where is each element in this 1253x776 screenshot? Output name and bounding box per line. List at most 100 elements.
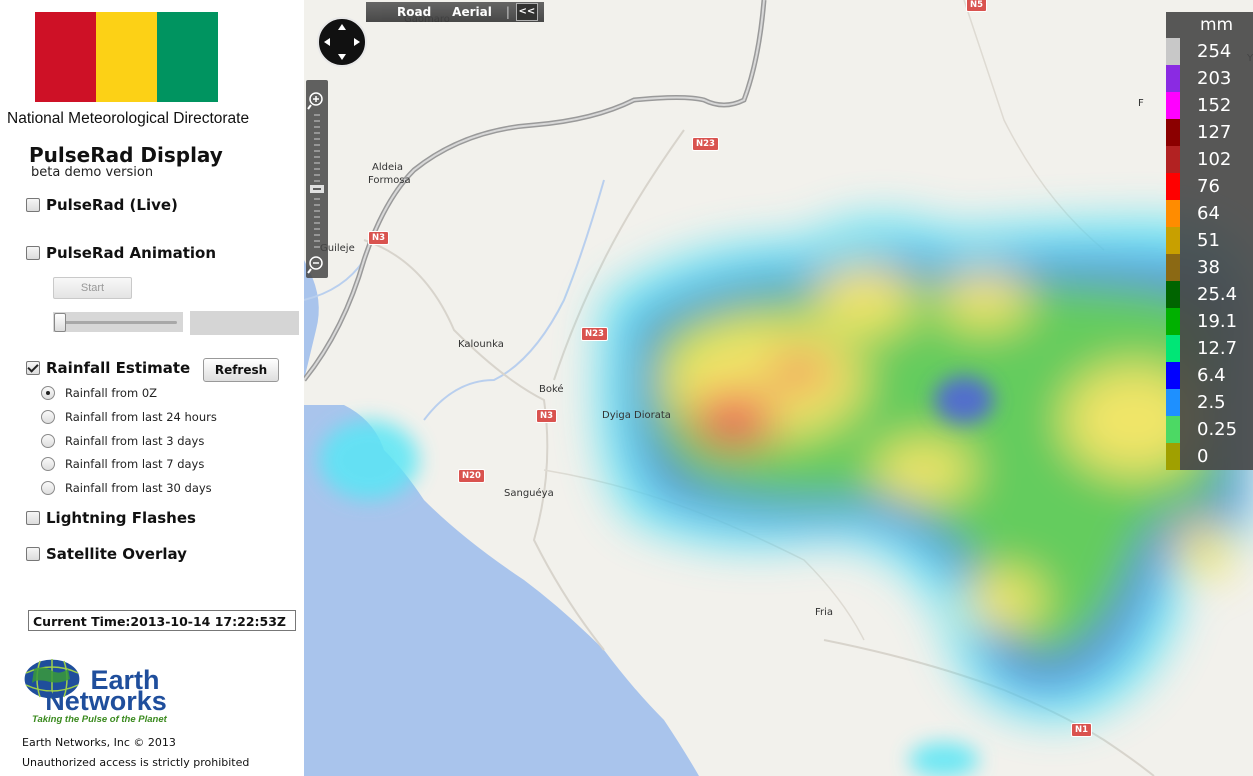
road-shield: N1	[1071, 723, 1093, 737]
pulserad-animation-checkbox[interactable]	[26, 246, 40, 260]
pan-control[interactable]	[317, 17, 367, 67]
logo-word-networks: Networks	[45, 686, 167, 716]
legend-row: 12.7	[1166, 335, 1253, 362]
legend-value: 64	[1197, 203, 1220, 224]
collapse-button[interactable]: <<	[515, 3, 538, 21]
app-title: PulseRad Display	[29, 143, 223, 167]
legend-row: 0.25	[1166, 416, 1253, 443]
legend-swatch	[1166, 254, 1180, 281]
legend-value: 12.7	[1197, 338, 1238, 359]
rainfall-estimate-checkbox[interactable]	[26, 361, 40, 375]
pulserad-animation-label: PulseRad Animation	[46, 244, 217, 262]
legend-value: 152	[1197, 95, 1232, 116]
unauthorized-notice: Unauthorized access is strictly prohibit…	[22, 756, 250, 769]
town-label: Fria	[815, 607, 834, 618]
rainfall-estimate-label: Rainfall Estimate	[46, 359, 191, 377]
lightning-flashes-option[interactable]: Lightning Flashes	[26, 509, 196, 527]
legend-value: 0	[1197, 446, 1209, 467]
flag-band-red	[35, 12, 96, 102]
slider-track	[59, 321, 177, 324]
app-subtitle: beta demo version	[31, 165, 154, 180]
pan-arrows-icon	[324, 24, 360, 60]
legend-value: 76	[1197, 176, 1220, 197]
road-shield: N3	[368, 231, 390, 245]
town-label: Dyiga Diorata	[602, 410, 671, 421]
radio-label: Rainfall from last 30 days	[65, 481, 212, 495]
town-label: Formosa	[368, 175, 411, 186]
legend-swatch	[1166, 200, 1180, 227]
legend-row: 38	[1166, 254, 1253, 281]
pulserad-animation-option[interactable]: PulseRad Animation	[26, 244, 216, 262]
lightning-flashes-checkbox[interactable]	[26, 511, 40, 525]
separator: |	[505, 5, 510, 19]
satellite-overlay-option[interactable]: Satellite Overlay	[26, 545, 187, 563]
rainfall-legend: mm 254 203 152 127 102 76 64 51 38 25.4 …	[1166, 12, 1253, 470]
legend-value: 25.4	[1197, 284, 1238, 305]
legend-swatch	[1166, 227, 1180, 254]
globe-icon: Earth Networks Taking the Pulse of the P…	[23, 658, 168, 725]
aerial-view-button[interactable]: Aerial	[452, 5, 492, 19]
radio-label: Rainfall from last 24 hours	[65, 410, 217, 424]
legend-value: 38	[1197, 257, 1220, 278]
legend-value: 127	[1197, 122, 1232, 143]
animation-slider[interactable]	[53, 312, 183, 332]
satellite-overlay-label: Satellite Overlay	[46, 545, 187, 563]
road-shield: N23	[581, 327, 608, 341]
legend-row: 127	[1166, 119, 1253, 146]
radio-button[interactable]	[41, 434, 55, 448]
legend-row: 19.1	[1166, 308, 1253, 335]
radio-label: Rainfall from last 7 days	[65, 457, 205, 471]
organization-name: National Meteorological Directorate	[7, 110, 250, 127]
flag-band-yellow	[96, 12, 157, 102]
pulserad-live-checkbox[interactable]	[26, 198, 40, 212]
rainfall-radio-7d[interactable]: Rainfall from last 7 days	[41, 457, 204, 471]
legend-swatch	[1166, 119, 1180, 146]
rainfall-radio-3d[interactable]: Rainfall from last 3 days	[41, 434, 204, 448]
map-viewport[interactable]: Gaomaro Aldeia Formosa Guileje Kalounka …	[304, 0, 1253, 776]
legend-swatch	[1166, 308, 1180, 335]
legend-value: 254	[1197, 41, 1232, 62]
legend-value: 102	[1197, 149, 1232, 170]
town-label: Aldeia	[372, 162, 404, 173]
satellite-overlay-checkbox[interactable]	[26, 547, 40, 561]
pulserad-live-option[interactable]: PulseRad (Live)	[26, 196, 178, 214]
guinea-flag	[35, 12, 218, 102]
radio-button[interactable]	[41, 410, 55, 424]
sidebar: National Meteorological Directorate Puls…	[0, 0, 304, 776]
map-type-bar: Road Aerial | <<	[366, 2, 544, 22]
road-shield: N23	[692, 137, 719, 151]
legend-row: 6.4	[1166, 362, 1253, 389]
rainfall-radio-30d[interactable]: Rainfall from last 30 days	[41, 481, 212, 495]
road-view-button[interactable]: Road	[397, 5, 431, 19]
legend-value: 203	[1197, 68, 1232, 89]
legend-value: 2.5	[1197, 392, 1226, 413]
radio-button[interactable]	[41, 386, 55, 400]
animation-frame-display	[190, 311, 299, 335]
legend-swatch	[1166, 92, 1180, 119]
rainfall-estimate-option[interactable]: Rainfall Estimate	[26, 359, 190, 377]
legend-value: 19.1	[1197, 311, 1238, 332]
radio-button[interactable]	[41, 457, 55, 471]
legend-swatch	[1166, 389, 1180, 416]
town-label: Sanguéya	[504, 488, 554, 499]
town-label: Kalounka	[458, 339, 504, 350]
radio-button[interactable]	[41, 481, 55, 495]
slider-thumb[interactable]	[54, 313, 66, 332]
rainfall-radio-0z[interactable]: Rainfall from 0Z	[41, 386, 157, 400]
lightning-flashes-label: Lightning Flashes	[46, 509, 196, 527]
town-label: Boké	[539, 384, 564, 395]
start-animation-button[interactable]: Start	[53, 277, 132, 299]
legend-row: 64	[1166, 200, 1253, 227]
legend-swatch	[1166, 443, 1180, 470]
legend-row: 152	[1166, 92, 1253, 119]
zoom-control[interactable]	[306, 80, 328, 278]
legend-row: 102	[1166, 146, 1253, 173]
legend-row: 2.5	[1166, 389, 1253, 416]
rainfall-radio-24h[interactable]: Rainfall from last 24 hours	[41, 410, 217, 424]
radio-label: Rainfall from last 3 days	[65, 434, 205, 448]
legend-swatch	[1166, 281, 1180, 308]
earth-networks-logo: Earth Networks Taking the Pulse of the P…	[22, 655, 202, 730]
legend-swatch	[1166, 65, 1180, 92]
refresh-button[interactable]: Refresh	[203, 358, 279, 382]
flag-band-green	[157, 12, 218, 102]
